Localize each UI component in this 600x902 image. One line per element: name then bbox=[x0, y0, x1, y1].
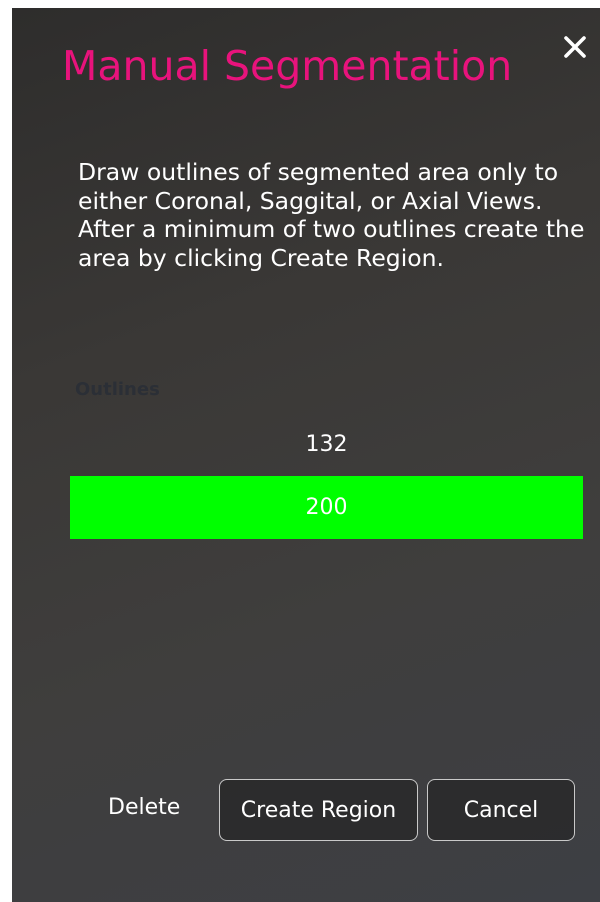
dialog-footer: Delete Create Region Cancel bbox=[12, 779, 600, 843]
outline-list: 132 200 bbox=[70, 414, 583, 539]
create-region-button[interactable]: Create Region bbox=[219, 779, 418, 841]
outlines-label: Outlines bbox=[75, 379, 160, 400]
manual-segmentation-dialog: Manual Segmentation Draw outlines of seg… bbox=[12, 8, 600, 902]
instructions: Draw outlines of segmented area only to … bbox=[78, 158, 588, 272]
outline-item[interactable]: 132 bbox=[70, 414, 583, 476]
dialog-title: Manual Segmentation bbox=[62, 42, 513, 90]
delete-button[interactable]: Delete bbox=[108, 795, 180, 820]
cancel-button[interactable]: Cancel bbox=[427, 779, 575, 841]
close-icon[interactable] bbox=[562, 34, 588, 60]
outline-item-selected[interactable]: 200 bbox=[70, 476, 583, 539]
instruction-text: After a minimum of two outlines create t… bbox=[78, 215, 585, 272]
instruction-text: Draw outlines of segmented area only to … bbox=[78, 158, 559, 215]
